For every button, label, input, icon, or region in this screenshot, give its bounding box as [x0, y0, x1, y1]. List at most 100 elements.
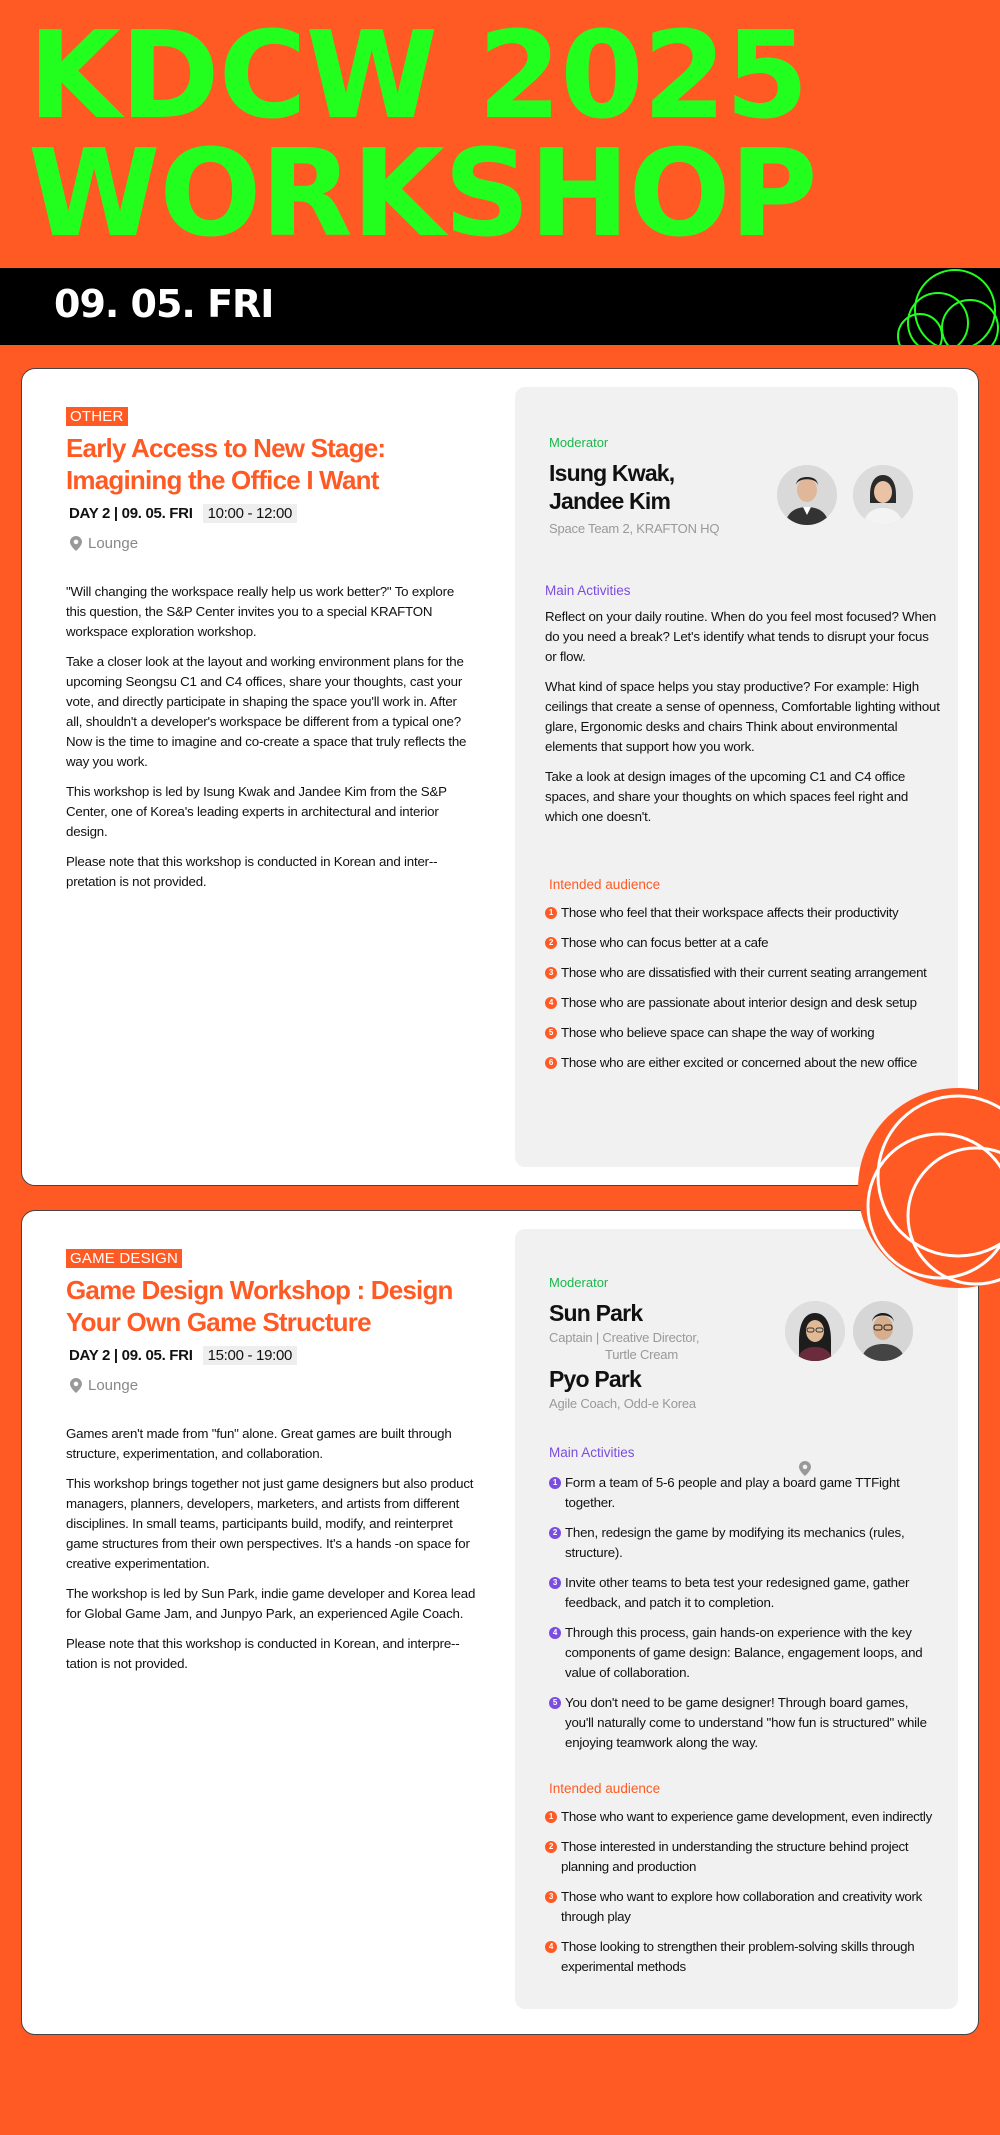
- affiliation-line: Captain | Creative Director,: [549, 1330, 700, 1345]
- audience-list: 1 Those who want to experience game devel…: [545, 1807, 950, 1987]
- audience-label: Intended audience: [549, 877, 661, 892]
- person-avatar-icon: [777, 465, 837, 525]
- description-paragraph: This workshop is led by Isung Kwak and J…: [66, 784, 447, 839]
- number-badge-icon: 3: [545, 967, 557, 979]
- list-item: 4 Those who are passionate about interior…: [545, 993, 950, 1013]
- audience-label: Intended audience: [549, 1781, 661, 1796]
- list-item-text: Form a team of 5-6 people and play a boa…: [565, 1475, 900, 1510]
- workshop-2-info: GAME DESIGN Game Design Workshop : Desig…: [66, 1249, 476, 1684]
- moderator-label: Moderator: [549, 435, 609, 450]
- workshop-card-1: OTHER Early Access to New Stage: Imagini…: [21, 368, 979, 1186]
- person-avatar-icon: [853, 465, 913, 525]
- number-badge-icon: 2: [545, 1841, 557, 1853]
- schedule-time: 15:00 - 19:00: [202, 1346, 298, 1365]
- list-item-text: Those who are dissatisfied with their cu…: [561, 965, 927, 980]
- moderator-name-line: Jandee Kim: [549, 488, 671, 514]
- list-item-text: Those who are either excited or concerne…: [561, 1055, 917, 1070]
- schedule: DAY 2 | 09. 05. FRI 10:00 - 12:00: [66, 504, 476, 523]
- activity-paragraph: Take a look at design images of the upco…: [545, 769, 909, 824]
- schedule-time: 10:00 - 12:00: [202, 504, 298, 523]
- number-badge-icon: 2: [545, 937, 557, 949]
- avatar: [853, 465, 913, 525]
- description-paragraph: Please note that this workshop is conduc…: [66, 854, 438, 889]
- number-badge-icon: 1: [549, 1477, 561, 1489]
- category-tag: GAME DESIGN: [66, 1249, 183, 1268]
- number-badge-icon: 4: [549, 1627, 561, 1639]
- list-item-text: Those interested in understanding the st…: [561, 1839, 909, 1874]
- main-activities-label: Main Activities: [545, 583, 631, 598]
- location-label: Lounge: [88, 1377, 139, 1394]
- list-item-text: Those who believe space can shape the wa…: [561, 1025, 875, 1040]
- avatar: [777, 465, 837, 525]
- moderator-affiliation: Space Team 2, KRAFTON HQ: [549, 521, 720, 536]
- workshop-description: "Will changing the workspace really help…: [66, 582, 476, 892]
- schedule: DAY 2 | 09. 05. FRI 15:00 - 19:00: [66, 1346, 476, 1365]
- moderator-name: Sun Park: [549, 1300, 643, 1326]
- date-bar: 09. 05. FRI: [0, 268, 1000, 345]
- activity-paragraph: What kind of space helps you stay produc…: [545, 679, 940, 754]
- list-item-text: Invite other teams to beta test your red…: [565, 1575, 910, 1610]
- moderator-affiliation: Captain | Creative Director, Turtle Crea…: [549, 1329, 709, 1363]
- list-item: 5 You don't need to be game designer! Thr…: [549, 1693, 934, 1753]
- workshop-card-2: GAME DESIGN Game Design Workshop : Desig…: [21, 1210, 979, 2035]
- decorative-circles-icon: [858, 1088, 1000, 1288]
- list-item: 1 Form a team of 5-6 people and play a bo…: [549, 1473, 934, 1513]
- number-badge-icon: 1: [545, 907, 557, 919]
- list-item-text: Those who can focus better at a cafe: [561, 935, 769, 950]
- list-item-text: Those who feel that their workspace affe…: [561, 905, 899, 920]
- hero-line-1: KDCW 2025: [28, 7, 809, 146]
- activities-list: 1 Form a team of 5-6 people and play a bo…: [549, 1473, 934, 1763]
- list-item-text: You don't need to be game designer! Thro…: [565, 1695, 927, 1750]
- location: Lounge: [66, 1377, 476, 1394]
- event-date: 09. 05. FRI: [54, 282, 274, 326]
- list-item: 3 Invite other teams to beta test your re…: [549, 1573, 934, 1613]
- location-pin-icon: [70, 1378, 82, 1393]
- number-badge-icon: 3: [545, 1891, 557, 1903]
- list-item: 1 Those who want to experience game devel…: [545, 1807, 950, 1827]
- list-item: 5 Those who believe space can shape the w…: [545, 1023, 950, 1043]
- avatar: [853, 1301, 913, 1361]
- number-badge-icon: 2: [549, 1527, 561, 1539]
- description-paragraph: The workshop is led by Sun Park, indie g…: [66, 1586, 476, 1621]
- moderator-label: Moderator: [549, 1275, 609, 1290]
- person-avatar-icon: [853, 1301, 913, 1361]
- avatar: [785, 1301, 845, 1361]
- workshop-1-info: OTHER Early Access to New Stage: Imagini…: [66, 407, 476, 902]
- person-avatar-icon: [785, 1301, 845, 1361]
- list-item-text: Then, redesign the game by modifying its…: [565, 1525, 905, 1560]
- moderator-affiliation: Agile Coach, Odd-e Korea: [549, 1396, 696, 1411]
- moderator-name: Isung Kwak, Jandee Kim: [549, 459, 675, 515]
- list-item-text: Those who want to experience game develo…: [561, 1809, 932, 1824]
- workshop-description: Games aren't made from "fun" alone. Grea…: [66, 1424, 476, 1674]
- list-item: 6 Those who are either excited or concern…: [545, 1053, 950, 1073]
- list-item: 3 Those who want to explore how collabora…: [545, 1887, 950, 1927]
- list-item: 2 Then, redesign the game by modifying it…: [549, 1523, 934, 1563]
- list-item-text: Those looking to strengthen their proble…: [561, 1939, 915, 1974]
- list-item: 4 Through this process, gain hands-on exp…: [549, 1623, 934, 1683]
- number-badge-icon: 5: [545, 1027, 557, 1039]
- number-badge-icon: 1: [545, 1811, 557, 1823]
- location: Lounge: [66, 535, 476, 552]
- schedule-day: DAY 2 | 09. 05. FRI: [69, 505, 193, 522]
- activity-paragraph: Reflect on your daily routine. When do y…: [545, 609, 937, 664]
- main-activities-label: Main Activities: [549, 1445, 635, 1460]
- number-badge-icon: 4: [545, 1941, 557, 1953]
- description-paragraph: Games aren't made from "fun" alone. Grea…: [66, 1426, 452, 1461]
- number-badge-icon: 6: [545, 1057, 557, 1069]
- main-activities: Reflect on your daily routine. When do y…: [545, 607, 940, 837]
- moderator-name-line: Isung Kwak,: [549, 460, 675, 486]
- list-item-text: Those who want to explore how collaborat…: [561, 1889, 922, 1924]
- location-pin-icon: [70, 536, 82, 551]
- decorative-swirl-icon: [897, 269, 999, 345]
- workshop-title: Game Design Workshop : Design Your Own G…: [66, 1275, 453, 1337]
- list-item-text: Those who are passionate about interior …: [561, 995, 917, 1010]
- description-paragraph: This workshop brings together not just g…: [66, 1476, 474, 1571]
- category-tag: OTHER: [66, 407, 128, 426]
- list-item: 4 Those looking to strengthen their probl…: [545, 1937, 950, 1977]
- description-paragraph: Please note that this workshop is conduc…: [66, 1636, 460, 1671]
- workshop-1-details: Moderator Isung Kwak, Jandee Kim Space T…: [515, 387, 958, 1167]
- moderator-name: Pyo Park: [549, 1366, 642, 1392]
- description-paragraph: Take a closer look at the layout and wor…: [66, 654, 467, 769]
- list-item: 3 Those who are dissatisfied with their c…: [545, 963, 950, 983]
- affiliation-line: Turtle Cream: [605, 1347, 678, 1362]
